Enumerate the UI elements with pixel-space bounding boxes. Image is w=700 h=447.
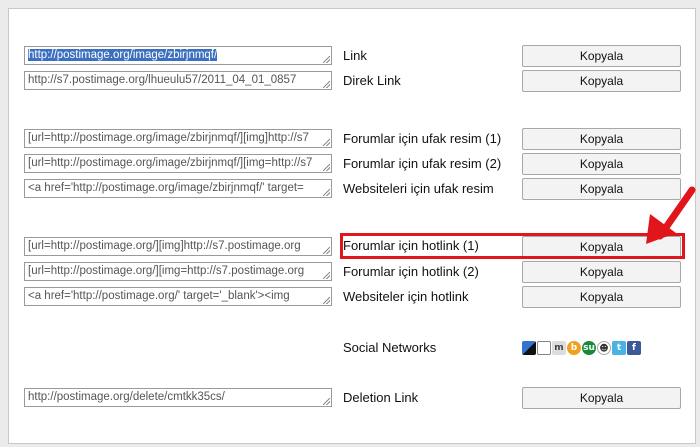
direct-link-code-field[interactable]: http://s7.postimage.org/lhueulu57/2011_0… (24, 71, 332, 90)
copy-website-hotlink-button[interactable]: Kopyala (522, 286, 681, 308)
reddit-icon[interactable]: ☻ (597, 341, 611, 355)
resize-grip-icon[interactable] (323, 164, 330, 171)
twitter-icon[interactable]: t (612, 341, 626, 355)
copy-deletion-link-button[interactable]: Kopyala (522, 387, 681, 409)
deletion-link-code-field[interactable]: http://postimage.org/delete/cmtkk35cs/ (24, 388, 332, 407)
forum-hotlink-1-label: Forumlar için hotlink (1) (343, 238, 479, 253)
direct-link-label: Direk Link (343, 73, 401, 88)
forum-thumb-2-code-field[interactable]: [url=http://postimage.org/image/zbirjnmq… (24, 154, 332, 173)
google-buzz-icon[interactable]: b (567, 341, 581, 355)
website-thumb-code-field[interactable]: <a href='http://postimage.org/image/zbir… (24, 179, 332, 198)
forum-hotlink-1-code-field[interactable]: [url=http://postimage.org/][img]http://s… (24, 237, 332, 256)
resize-grip-icon[interactable] (323, 398, 330, 405)
copy-forum-hotlink-1-button[interactable]: Kopyala (522, 236, 681, 258)
deletion-link-label: Deletion Link (343, 390, 419, 405)
delicious-icon[interactable] (522, 341, 536, 355)
resize-grip-icon[interactable] (323, 56, 330, 63)
copy-forum-thumb-2-button[interactable]: Kopyala (522, 153, 681, 175)
link-code-field[interactable]: http://postimage.org/image/zbirjnmqf/ (24, 46, 332, 65)
social-networks-label: Social Networks (343, 340, 437, 355)
copy-forum-hotlink-2-button[interactable]: Kopyala (522, 261, 681, 283)
resize-grip-icon[interactable] (323, 297, 330, 304)
resize-grip-icon[interactable] (323, 189, 330, 196)
resize-grip-icon[interactable] (323, 247, 330, 254)
resize-grip-icon[interactable] (323, 81, 330, 88)
forum-thumb-1-label: Forumlar için ufak resim (1) (343, 131, 502, 146)
facebook-icon[interactable]: f (627, 341, 641, 355)
resize-grip-icon[interactable] (323, 272, 330, 279)
website-hotlink-code-field[interactable]: <a href='http://postimage.org/' target='… (24, 287, 332, 306)
stumbleupon-icon[interactable]: su (582, 341, 596, 355)
copy-direct-link-button[interactable]: Kopyala (522, 70, 681, 92)
website-hotlink-label: Websiteler için hotlink (343, 289, 469, 304)
forum-thumb-2-label: Forumlar için ufak resim (2) (343, 156, 502, 171)
website-thumb-label: Websiteleri için ufak resim (343, 181, 494, 196)
forum-hotlink-2-label: Forumlar için hotlink (2) (343, 264, 479, 279)
forum-thumb-1-code-field[interactable]: [url=http://postimage.org/image/zbirjnmq… (24, 129, 332, 148)
link-label: Link (343, 48, 367, 63)
copy-link-button[interactable]: Kopyala (522, 45, 681, 67)
copy-forum-thumb-1-button[interactable]: Kopyala (522, 128, 681, 150)
copy-website-thumb-button[interactable]: Kopyala (522, 178, 681, 200)
social-icons: m b su ☻ t f (522, 341, 641, 355)
resize-grip-icon[interactable] (323, 139, 330, 146)
digg-icon[interactable] (537, 341, 551, 355)
forum-hotlink-2-code-field[interactable]: [url=http://postimage.org/][img=http://s… (24, 262, 332, 281)
myspace-icon[interactable]: m (552, 341, 566, 355)
